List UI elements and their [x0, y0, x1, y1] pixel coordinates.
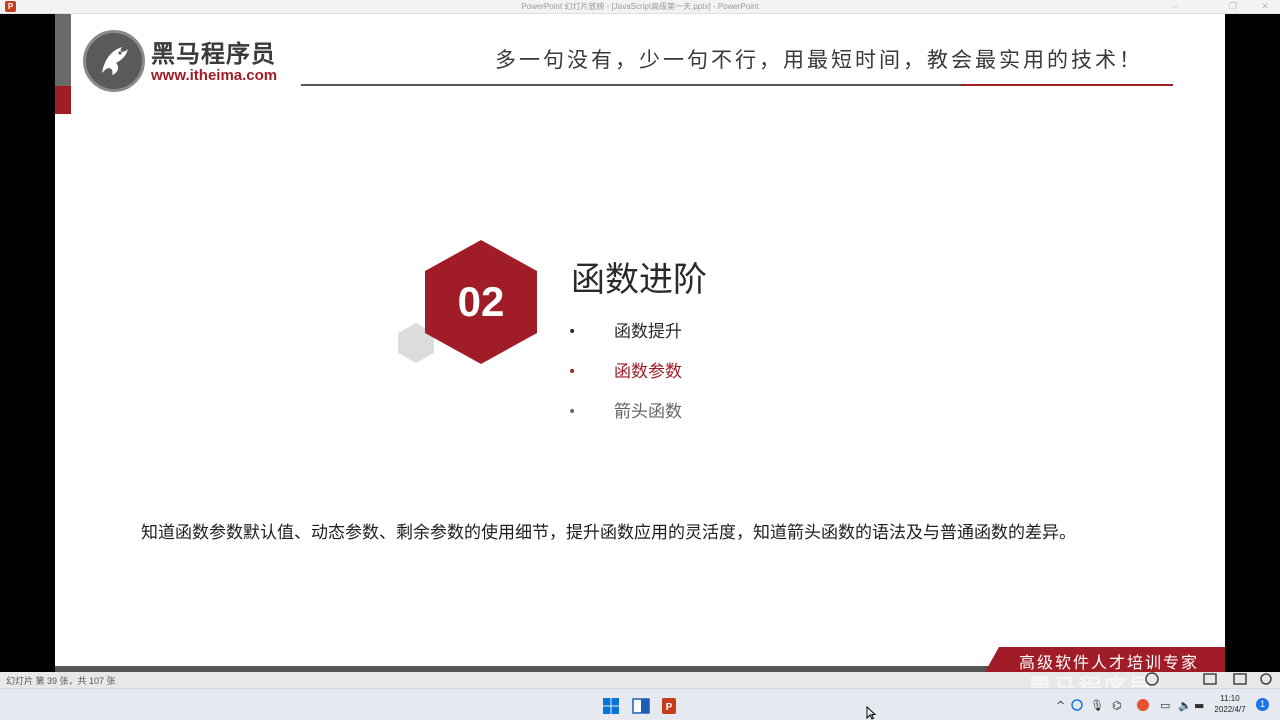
- notification-badge[interactable]: 1: [1256, 698, 1269, 711]
- mouse-cursor-icon: [866, 706, 876, 720]
- slide-counter: 幻灯片 第 39 张，共 107 张: [6, 676, 116, 686]
- header-rule: [301, 84, 961, 86]
- clock-date: 2022/4/7: [1214, 705, 1246, 714]
- itheima-logo: 黑马程序员 www.itheima.com: [83, 30, 283, 92]
- file-explorer-icon[interactable]: [632, 697, 650, 715]
- bullet-icon: •: [568, 324, 577, 340]
- clock-time: 11:10: [1220, 694, 1240, 703]
- taskbar: P ^ 🎙 ⌬ ▭ 🔈 ▬ 11:10 2022/4/7 1: [0, 688, 1280, 720]
- windows-start-icon[interactable]: [602, 697, 620, 715]
- header-rule-accent: [961, 84, 1173, 86]
- left-accent-bar-red: [55, 86, 71, 114]
- volume-icon[interactable]: 🔈: [1178, 699, 1192, 712]
- list-item: • 函数提升: [565, 320, 682, 360]
- sync-icon[interactable]: [1070, 698, 1084, 712]
- bullet-icon: •: [568, 404, 577, 420]
- brand-name: 黑马程序员: [151, 40, 276, 68]
- battery-icon[interactable]: ▬: [1194, 699, 1204, 712]
- display-icon[interactable]: ▭: [1160, 699, 1170, 712]
- list-item: • 箭头函数: [565, 400, 682, 440]
- list-item-label: 函数提升: [614, 322, 682, 342]
- slide-canvas[interactable]: 黑马程序员 www.itheima.com 多一句没有，少一句不行，用最短时间，…: [55, 14, 1225, 672]
- list-item-label: 函数参数: [614, 362, 682, 382]
- close-button[interactable]: ✕: [1250, 0, 1280, 14]
- chevron-up-icon[interactable]: ^: [1056, 699, 1065, 712]
- list-item: • 函数参数: [565, 360, 682, 400]
- brand-url: www.itheima.com: [151, 67, 278, 84]
- horse-logo-icon: [83, 30, 145, 92]
- section-description: 知道函数参数默认值、动态参数、剩余参数的使用细节，提升函数应用的灵活度，知道箭头…: [141, 523, 1076, 543]
- section-number-hexagon: 02: [421, 238, 541, 370]
- slogan: 多一句没有，少一句不行，用最短时间，教会最实用的技术！: [495, 48, 1143, 72]
- svg-text:P: P: [666, 702, 673, 713]
- microphone-icon[interactable]: 🎙: [1090, 699, 1104, 712]
- screen: P PowerPoint 幻灯片放映 - [JavaScript高级第一天.pp…: [0, 0, 1280, 720]
- window-title: PowerPoint 幻灯片放映 - [JavaScript高级第一天.pptx…: [521, 2, 759, 11]
- network-icon[interactable]: ⌬: [1112, 699, 1122, 712]
- presenter-controls: [1140, 670, 1280, 688]
- minimize-button[interactable]: –: [1160, 0, 1190, 14]
- app-tray-icon[interactable]: [1136, 698, 1150, 712]
- window-titlebar: P PowerPoint 幻灯片放映 - [JavaScript高级第一天.pp…: [0, 0, 1280, 14]
- restore-button[interactable]: ❐: [1218, 0, 1248, 14]
- list-item-label: 箭头函数: [614, 402, 682, 422]
- bullet-icon: •: [568, 364, 577, 380]
- section-number: 02: [457, 278, 505, 325]
- powerpoint-taskbar-icon[interactable]: P: [660, 697, 678, 715]
- topic-list: • 函数提升 • 函数参数 • 箭头函数: [565, 320, 682, 440]
- section-title: 函数进阶: [571, 260, 707, 300]
- clock[interactable]: 11:10 2022/4/7: [1208, 693, 1252, 715]
- left-accent-bar: [55, 14, 71, 86]
